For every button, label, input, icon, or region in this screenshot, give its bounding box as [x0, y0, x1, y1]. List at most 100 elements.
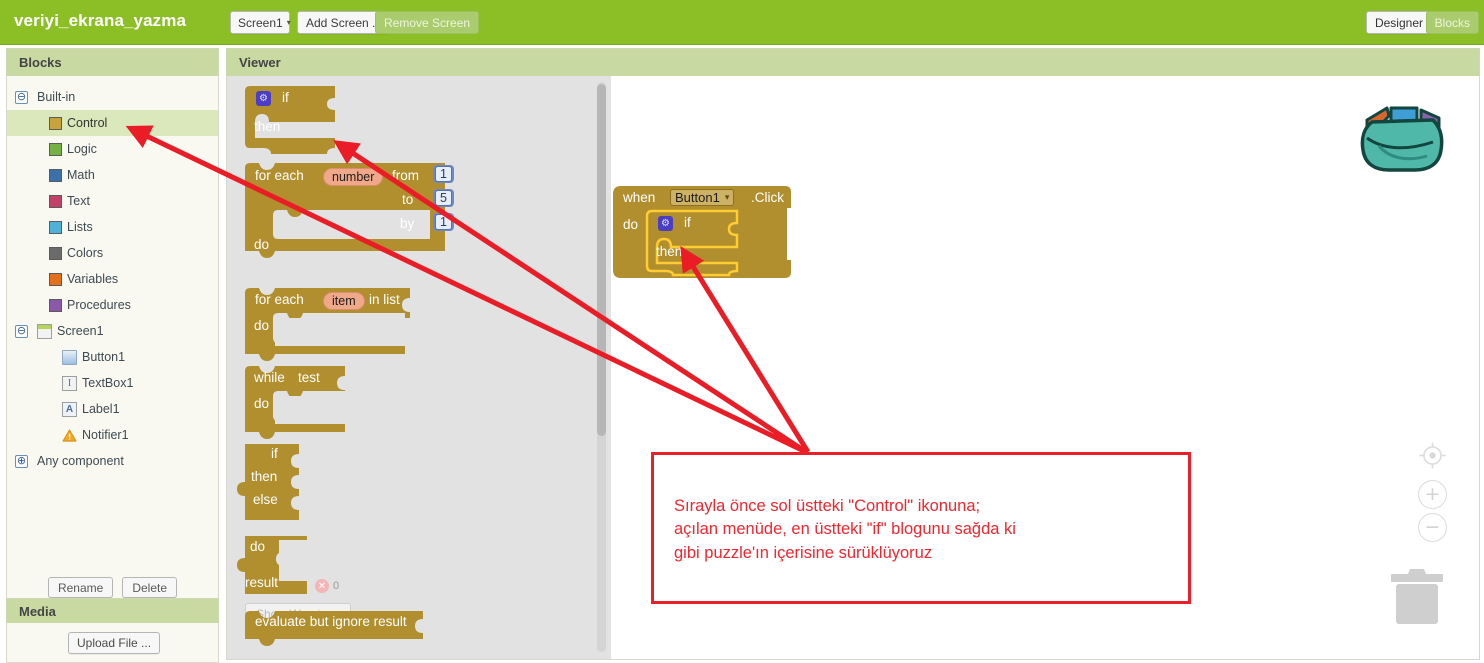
expand-icon[interactable]: ⊕	[15, 454, 28, 468]
screen-icon	[37, 323, 52, 339]
remove-screen-button[interactable]: Remove Screen	[375, 11, 480, 34]
media-panel-header: Media	[6, 598, 219, 623]
colors-color-swatch-icon	[49, 246, 62, 260]
flyout-from-value: 1	[435, 166, 452, 182]
flyout-from-label: from	[392, 168, 419, 183]
flyout-then-label: then	[254, 119, 281, 134]
flyout-for-each-item-label: for each	[255, 292, 304, 307]
screen-selector-dropdown[interactable]: Screen1 ▾	[230, 11, 291, 34]
notifier-warning-icon	[62, 428, 77, 443]
flyout-to-label: to	[402, 192, 414, 207]
workspace-do-label: do	[623, 217, 639, 232]
app-root: veriyi_ekrana_yazma Screen1 ▾ Add Screen…	[0, 0, 1484, 663]
flyout-by-label: by	[400, 216, 415, 231]
zoom-in-button[interactable]: +	[1418, 480, 1447, 509]
flyout-loop-variable-number[interactable]: number	[323, 168, 384, 186]
sidebar-item-label1-label: Label1	[82, 402, 120, 416]
flyout-value-then-label: then	[251, 469, 278, 484]
workspace-component-dropdown[interactable]: Button1 ▾	[670, 189, 735, 206]
flyout-in-list-label: in list	[369, 292, 400, 307]
label-icon: A	[62, 401, 77, 417]
flyout-test-label: test	[298, 370, 320, 385]
sidebar-item-control-label: Control	[67, 116, 108, 130]
blocks-palette-panel: Blocks ⊖ Built-in Control Logic Math Tex…	[6, 48, 219, 609]
blocks-flyout: ⚙ if then for each number from to by 1 5…	[227, 76, 611, 659]
blocks-tab-button[interactable]: Blocks	[1425, 11, 1479, 34]
sidebar-item-math-label: Math	[67, 168, 95, 182]
mutator-gear-icon[interactable]: ⚙	[256, 91, 271, 106]
flyout-evaluate-label: evaluate but ignore result	[255, 614, 407, 629]
collapse-icon[interactable]: ⊖	[15, 324, 28, 338]
flyout-while-do-label: do	[254, 396, 270, 411]
designer-tab-button[interactable]: Designer	[1365, 11, 1432, 34]
flyout-from-value-field[interactable]: 1	[433, 165, 454, 183]
delete-button[interactable]: Delete	[122, 577, 178, 598]
flyout-to-value-field[interactable]: 5	[433, 189, 454, 207]
flyout-evaluate-but-ignore-result-block[interactable]: evaluate but ignore result	[245, 611, 445, 650]
upload-file-button[interactable]: Upload File ...	[68, 632, 161, 654]
screen-selector-label: Screen1	[238, 15, 283, 30]
flyout-while-test-block[interactable]: while test do	[245, 366, 375, 444]
sidebar-item-notifier1[interactable]: Notifier1	[7, 422, 218, 448]
flyout-for-each-item-in-list-block[interactable]: for each item in list do	[245, 288, 435, 366]
collapse-icon[interactable]: ⊖	[15, 90, 28, 104]
tree-node-screen1[interactable]: ⊖ Screen1	[7, 318, 218, 344]
flyout-while-label: while	[254, 370, 285, 385]
sidebar-item-math[interactable]: Math	[7, 162, 218, 188]
flyout-do-label: do	[250, 539, 266, 554]
sidebar-item-textbox1[interactable]: I TextBox1	[7, 370, 218, 396]
sidebar-item-lists-label: Lists	[67, 220, 93, 234]
sidebar-item-text-label: Text	[67, 194, 90, 208]
rename-button[interactable]: Rename	[47, 577, 114, 598]
sidebar-item-procedures[interactable]: Procedures	[7, 292, 218, 318]
flyout-result-label: result	[245, 575, 279, 590]
procedures-color-swatch-icon	[49, 298, 62, 312]
tree-node-built-in-label: Built-in	[37, 90, 76, 104]
sidebar-item-notifier1-label: Notifier1	[82, 428, 129, 442]
top-bar: veriyi_ekrana_yazma Screen1 ▾ Add Screen…	[0, 0, 1484, 45]
sidebar-item-textbox1-label: TextBox1	[82, 376, 134, 390]
chevron-down-icon: ▾	[286, 18, 291, 27]
sidebar-item-button1[interactable]: Button1	[7, 344, 218, 370]
workspace-inner-if-then-block[interactable]: ⚙ if then	[645, 209, 755, 280]
flyout-for-each-number-block[interactable]: for each number from to by 1 5 1 do	[245, 163, 455, 276]
flyout-scrollbar-thumb[interactable]	[597, 84, 606, 436]
flyout-value-else-label: else	[253, 492, 278, 507]
zoom-out-button[interactable]: −	[1418, 513, 1447, 542]
sidebar-item-label1[interactable]: A Label1	[7, 396, 218, 422]
flyout-loop-variable-item[interactable]: item	[323, 292, 365, 310]
flyout-if-then-else-block[interactable]: if then else	[237, 444, 317, 529]
text-color-swatch-icon	[49, 194, 62, 208]
center-workspace-button[interactable]	[1418, 441, 1447, 475]
tree-node-screen1-label: Screen1	[57, 324, 104, 338]
lists-color-swatch-icon	[49, 220, 62, 234]
warning-indicator: ✕ 0	[315, 579, 339, 593]
workspace-when-button1-click-block[interactable]: when Button1 ▾ .Click do ⚙ if then	[613, 186, 793, 289]
sidebar-item-control[interactable]: Control	[7, 110, 218, 136]
button-icon	[62, 349, 77, 365]
control-color-swatch-icon	[49, 116, 62, 130]
flyout-if-then-block[interactable]: ⚙ if then	[245, 86, 345, 159]
tree-node-any-component[interactable]: ⊕ Any component	[7, 448, 218, 474]
tree-node-built-in[interactable]: ⊖ Built-in	[7, 84, 218, 110]
backpack-icon[interactable]	[1355, 86, 1455, 181]
textbox-icon: I	[62, 375, 77, 391]
sidebar-item-logic[interactable]: Logic	[7, 136, 218, 162]
flyout-for-each-item-do-label: do	[254, 318, 270, 333]
flyout-by-value-field[interactable]: 1	[433, 213, 454, 231]
sidebar-item-colors[interactable]: Colors	[7, 240, 218, 266]
sidebar-item-lists[interactable]: Lists	[7, 214, 218, 240]
blocks-panel-body: ⊖ Built-in Control Logic Math Text Lists…	[6, 76, 219, 609]
error-icon: ✕	[315, 579, 329, 593]
variables-color-swatch-icon	[49, 272, 62, 286]
flyout-for-each-number-do-label: do	[254, 237, 270, 252]
sidebar-item-variables[interactable]: Variables	[7, 266, 218, 292]
flyout-if-label: if	[282, 90, 289, 105]
trash-can-icon[interactable]	[1391, 568, 1443, 626]
viewer-header: Viewer	[226, 48, 1480, 76]
workspace-when-label: when	[623, 190, 656, 205]
flyout-by-value: 1	[435, 214, 452, 230]
sidebar-item-text[interactable]: Text	[7, 188, 218, 214]
mutator-gear-icon[interactable]: ⚙	[658, 216, 673, 231]
tree-action-buttons: Rename Delete	[7, 577, 218, 598]
